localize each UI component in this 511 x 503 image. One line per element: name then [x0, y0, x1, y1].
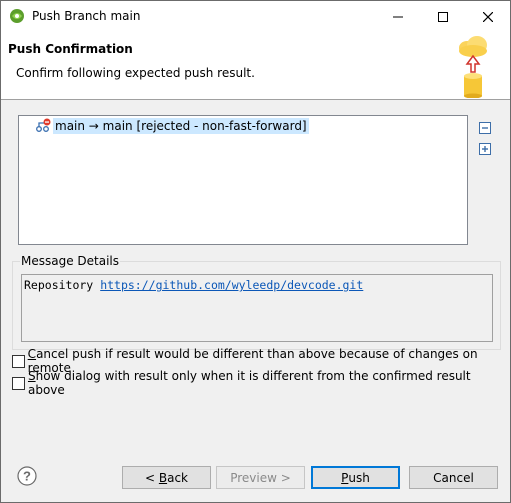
- cancel-button[interactable]: Cancel: [409, 466, 498, 489]
- expand-all-icon[interactable]: [478, 142, 492, 156]
- tree-row-label: main → main [rejected - non-fast-forward…: [53, 117, 309, 134]
- message-details-text[interactable]: Repository https://github.com/wyleedp/de…: [21, 274, 493, 342]
- close-icon: [482, 11, 493, 22]
- show-only-if-different-label: Show dialog with result only when it is …: [27, 369, 471, 397]
- repository-label: Repository: [24, 278, 94, 292]
- minimize-icon: [392, 16, 403, 17]
- push-button[interactable]: Push: [311, 466, 400, 489]
- show-only-if-different-checkbox[interactable]: [12, 376, 25, 390]
- tree-row[interactable]: main → main [rejected - non-fast-forward…: [35, 117, 309, 134]
- header-banner: Push Confirmation Confirm following expe…: [1, 32, 510, 100]
- message-details-label: Message Details: [20, 254, 121, 268]
- back-button[interactable]: < Back: [122, 466, 211, 489]
- help-icon[interactable]: ?: [17, 466, 37, 486]
- repository-url-link[interactable]: https://github.com/wyleedp/devcode.git: [100, 278, 363, 292]
- cancel-if-different-option[interactable]: Cancel push if result would be different…: [12, 347, 510, 375]
- window-title: Push Branch main: [32, 9, 141, 23]
- push-result-tree[interactable]: main → main [rejected - non-fast-forward…: [18, 115, 468, 245]
- cancel-if-different-checkbox[interactable]: [12, 354, 25, 368]
- push-branch-dialog: Push Branch main Push Confirmation Confi…: [0, 0, 511, 503]
- svg-text:?: ?: [23, 469, 31, 484]
- title-bar: Push Branch main: [1, 1, 510, 32]
- maximize-button[interactable]: [420, 1, 465, 32]
- show-only-if-different-option[interactable]: Show dialog with result only when it is …: [12, 369, 510, 397]
- maximize-icon: [437, 11, 448, 22]
- close-button[interactable]: [465, 1, 510, 32]
- rejected-branch-icon: [36, 118, 51, 132]
- page-description: Confirm following expected push result.: [16, 66, 255, 80]
- eclipse-egit-icon: [10, 9, 24, 23]
- minimize-button[interactable]: [375, 1, 420, 32]
- push-to-cloud-icon: [459, 36, 487, 98]
- collapse-all-icon[interactable]: [478, 121, 492, 135]
- page-title: Push Confirmation: [8, 42, 133, 56]
- preview-button[interactable]: Preview >: [216, 466, 305, 489]
